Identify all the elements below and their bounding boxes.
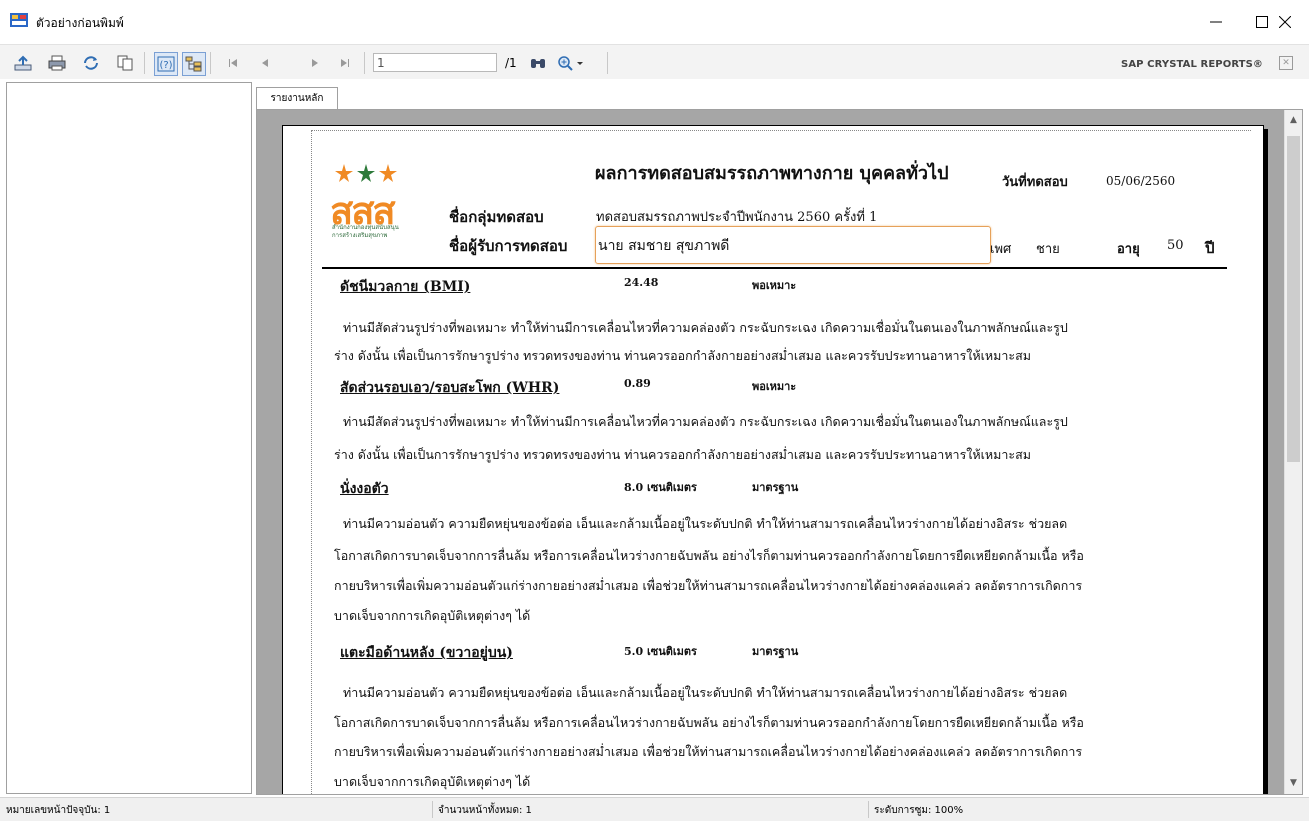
section-text-line: กายบริหารเพื่อเพิ่มความอ่อนตัวแก่ร่างกาย… — [334, 744, 1083, 759]
section-result: พอเหมาะ — [752, 279, 797, 292]
close-icon: ✕ — [1282, 58, 1290, 68]
status-total-pages: จำนวนหน้าทั้งหมด: 1 — [438, 805, 532, 816]
svg-text:(?): (?) — [159, 60, 172, 71]
next-page-icon — [312, 59, 318, 67]
age-unit: ปี — [1205, 239, 1215, 257]
section-result: มาตรฐาน — [752, 481, 799, 494]
section-text-line: กายบริหารเพื่อเพิ่มความอ่อนตัวแก่ร่างกาย… — [334, 578, 1083, 593]
section-title: สัดส่วนรอบเอว/รอบสะโพก (WHR) — [340, 380, 560, 396]
prev-page-icon — [262, 59, 268, 67]
section-text-line: ร่าง ดังนั้น เพื่อเป็นการรักษารูปร่าง ทร… — [334, 348, 1031, 363]
section-text-line: บาดเจ็บจากการเกิดอุบัติเหตุต่างๆ ได้ — [334, 608, 531, 623]
vertical-scrollbar[interactable]: ▲ ▼ — [1284, 110, 1302, 794]
section-value: 24.48 — [624, 276, 659, 289]
status-divider — [868, 801, 869, 818]
section-result: มาตรฐาน — [752, 645, 799, 658]
sex-label: เพศ — [990, 242, 1012, 257]
window-title: ตัวอย่างก่อนพิมพ์ — [36, 16, 124, 30]
section-text-line: ท่านมีความอ่อนตัว ความยืดหยุ่นของข้อต่อ … — [343, 685, 1068, 700]
close-button[interactable] — [1262, 6, 1308, 38]
toolbar-separator — [210, 52, 211, 74]
group-tree-toggle[interactable] — [182, 52, 206, 76]
test-date-label: วันที่ทดสอบ — [1002, 175, 1068, 190]
first-page-icon — [229, 59, 237, 67]
scroll-up-icon[interactable]: ▲ — [1285, 112, 1302, 129]
minimize-button[interactable] — [1193, 6, 1239, 38]
section-text-line: ท่านมีสัดส่วนรูปร่างที่พอเหมาะ ทำให้ท่าน… — [343, 414, 1068, 429]
scroll-down-icon[interactable]: ▼ — [1285, 775, 1302, 792]
age-value: 50 — [1167, 238, 1184, 253]
refresh-icon — [84, 56, 98, 70]
first-page-button[interactable] — [222, 52, 244, 74]
status-current-page: หมายเลขหน้าปัจจุบัน: 1 — [6, 805, 111, 816]
section-title: แตะมือด้านหลัง (ขวาอยู่บน) — [340, 645, 513, 661]
toolbar: (?) 1 /1 SAP CRYSTAL REPORTS® ✕ — [0, 44, 1309, 79]
section-text-line: โอกาสเกิดการบาดเจ็บจากการลื่นล้ม หรือการ… — [334, 715, 1084, 730]
brand-label: SAP CRYSTAL REPORTS® — [1121, 59, 1263, 70]
group-tree-icon — [185, 56, 202, 72]
export-button[interactable] — [12, 52, 34, 74]
find-icon — [531, 59, 545, 68]
app-icon — [10, 13, 28, 27]
page-total: /1 — [505, 56, 517, 70]
copy-icon — [117, 55, 133, 71]
logo-subtitle-line: สำนักงานกองทุนสนับสนุน — [332, 224, 399, 231]
zoom-button[interactable] — [555, 52, 595, 74]
status-divider — [432, 801, 433, 818]
last-page-button[interactable] — [334, 52, 356, 74]
page-margin-guide — [311, 130, 1251, 131]
group-tree-panel[interactable] — [6, 82, 252, 794]
section-text-line: บาดเจ็บจากการเกิดอุบัติเหตุต่างๆ ได้ — [334, 774, 531, 789]
sex-value: ชาย — [1036, 242, 1060, 257]
section-text-line: ท่านมีสัดส่วนรูปร่างที่พอเหมาะ ทำให้ท่าน… — [343, 320, 1068, 335]
toolbar-separator — [607, 52, 608, 74]
page-number-input[interactable]: 1 — [373, 53, 497, 72]
next-page-button[interactable] — [304, 52, 326, 74]
age-label: อายุ — [1117, 242, 1140, 257]
name-value: นาย สมชาย สุขภาพดี — [598, 238, 730, 254]
export-icon — [14, 55, 32, 71]
report-title: ผลการทดสอบสมรรถภาพทางกาย บุคคลทั่วไป — [595, 163, 949, 184]
help-button[interactable]: (?) — [154, 52, 178, 76]
logo-subtitle-line: การสร้างเสริมสุขภาพ — [332, 232, 388, 239]
section-value: 0.89 — [624, 377, 651, 390]
name-label: ชื่อผู้รับการทดสอบ — [449, 237, 568, 255]
print-icon — [48, 55, 66, 71]
scroll-thumb[interactable] — [1287, 136, 1300, 462]
toolbar-separator — [144, 52, 145, 74]
section-text-line: ท่านมีความอ่อนตัว ความยืดหยุ่นของข้อต่อ … — [343, 516, 1068, 531]
header-divider — [322, 267, 1227, 269]
tab-main-report[interactable]: รายงานหลัก — [256, 87, 338, 109]
logo-subtitle: สำนักงานกองทุนสนับสนุน การสร้างเสริมสุขภ… — [332, 224, 399, 240]
last-page-icon — [341, 59, 349, 67]
refresh-button[interactable] — [80, 52, 102, 74]
toolbar-separator — [364, 52, 365, 74]
status-zoom: ระดับการซูม: 100% — [874, 805, 964, 816]
help-icon: (?) — [157, 56, 175, 72]
group-label: ชื่อกลุ่มทดสอบ — [449, 208, 544, 226]
section-value: 8.0 เซนติเมตร — [624, 481, 697, 494]
section-title: นั่งงอตัว — [340, 481, 389, 497]
title-bar: ตัวอย่างก่อนพิมพ์ — [0, 0, 1309, 44]
find-button[interactable] — [527, 52, 549, 74]
status-bar: หมายเลขหน้าปัจจุบัน: 1 จำนวนหน้าทั้งหมด:… — [0, 797, 1309, 821]
zoom-icon — [558, 56, 583, 71]
section-result: พอเหมาะ — [752, 380, 797, 393]
copy-button[interactable] — [114, 52, 136, 74]
close-viewer-button[interactable]: ✕ — [1279, 56, 1293, 70]
page-margin-guide — [311, 130, 312, 794]
group-value: ทดสอบสมรรถภาพประจำปีพนักงาน 2560 ครั้งที… — [596, 210, 878, 225]
section-value: 5.0 เซนติเมตร — [624, 645, 697, 658]
close-icon — [1279, 16, 1291, 28]
section-title: ดัชนีมวลกาย (BMI) — [340, 279, 471, 295]
section-text-line: ร่าง ดังนั้น เพื่อเป็นการรักษารูปร่าง ทร… — [334, 447, 1031, 462]
section-text-line: โอกาสเกิดการบาดเจ็บจากการลื่นล้ม หรือการ… — [334, 548, 1084, 563]
test-date-value: 05/06/2560 — [1106, 174, 1176, 188]
prev-page-button[interactable] — [254, 52, 276, 74]
minimize-icon — [1210, 21, 1222, 23]
print-button[interactable] — [46, 52, 68, 74]
